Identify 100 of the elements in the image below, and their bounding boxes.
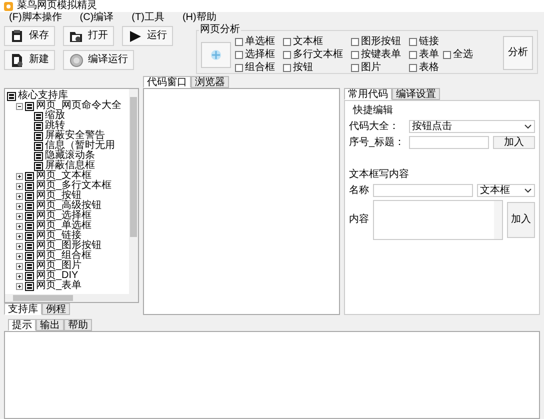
tree-item[interactable]: 网页_图片	[36, 261, 82, 271]
checkbox[interactable]: 单选框	[235, 36, 275, 48]
expand-icon[interactable]	[16, 192, 23, 200]
disc-icon	[69, 52, 84, 68]
tree-item[interactable]: 网页_按钮	[36, 191, 82, 201]
menu-item[interactable]: (F)脚本操作	[8, 12, 63, 24]
section-title: 快捷编辑	[352, 105, 394, 117]
analyze-button[interactable]: 分析	[503, 36, 533, 70]
scroll-thumb[interactable]	[130, 97, 137, 237]
expand-icon[interactable]	[16, 242, 23, 250]
expand-icon[interactable]	[16, 252, 23, 260]
library-icon	[25, 282, 34, 290]
library-icon	[25, 252, 34, 260]
tab[interactable]: 帮助	[64, 319, 92, 331]
tab[interactable]: 支持库	[4, 303, 42, 315]
menu-item[interactable]: (T)工具	[130, 12, 166, 24]
library-icon	[25, 102, 34, 110]
field-label: 内容	[349, 214, 369, 226]
tree-item[interactable]: 网页_DIY	[36, 271, 78, 281]
checkbox[interactable]: 链接	[409, 36, 439, 48]
library-icon	[25, 232, 34, 240]
checkbox[interactable]: 按键表单	[351, 49, 401, 61]
tree-item[interactable]: 网页_组合框	[36, 251, 92, 261]
title-field[interactable]	[409, 136, 489, 149]
checkbox[interactable]: 全选	[443, 49, 473, 61]
checkbox[interactable]: 选择框	[235, 49, 275, 61]
checkbox[interactable]: 表格	[409, 62, 439, 74]
checkbox[interactable]: 按钮	[283, 62, 343, 74]
toolbar-button[interactable]: 新建	[4, 50, 55, 70]
menu-item[interactable]: (H)帮助	[181, 12, 218, 24]
expand-icon[interactable]	[16, 282, 23, 290]
library-icon	[25, 172, 34, 180]
tree-item[interactable]: 网页_文本框	[36, 171, 92, 181]
tree-item[interactable]: 网页_网页命令大全	[36, 101, 122, 111]
clipboard-icon	[10, 28, 25, 44]
tab[interactable]: 例程	[42, 303, 70, 315]
tab[interactable]: 编译设置	[392, 88, 440, 100]
tree-item[interactable]: 屏蔽信息框	[45, 161, 95, 171]
checkbox[interactable]: 组合框	[235, 62, 275, 74]
library-icon	[34, 152, 43, 160]
dropdown-value: 按钮点击	[412, 120, 452, 132]
expand-icon[interactable]	[16, 212, 23, 220]
expand-icon[interactable]	[16, 182, 23, 190]
library-icon	[25, 212, 34, 220]
content-field[interactable]	[373, 200, 503, 240]
library-icon	[25, 222, 34, 230]
expand-icon[interactable]	[16, 172, 23, 180]
toolbar-button[interactable]: 运行	[122, 26, 173, 46]
expand-icon[interactable]	[16, 232, 23, 240]
checkbox[interactable]: 文本框	[283, 36, 343, 48]
library-icon	[25, 242, 34, 250]
library-icon	[7, 92, 16, 100]
field-label: 序号_标题：	[349, 136, 405, 148]
add-button[interactable]: 加入	[493, 136, 535, 149]
tree-item[interactable]: 网页_表单	[36, 281, 82, 291]
tab[interactable]: 浏览器	[191, 76, 229, 88]
add-button[interactable]: 加入	[507, 202, 535, 238]
dropdown-value: 文本框	[480, 184, 510, 196]
tree-item[interactable]: 网页_单选框	[36, 221, 92, 231]
caret-icon	[524, 188, 532, 193]
library-icon	[25, 272, 34, 280]
play-icon	[128, 28, 143, 44]
tree-item[interactable]: 网页_高级按钮	[36, 201, 102, 211]
tree-item[interactable]: 网页_链接	[36, 231, 82, 241]
expand-icon[interactable]	[16, 202, 23, 210]
library-icon	[25, 192, 34, 200]
library-icon	[34, 162, 43, 170]
vertical-scrollbar[interactable]	[129, 89, 138, 294]
tree-item[interactable]: 缩放	[45, 111, 65, 121]
tree-item[interactable]: 核心支持库	[18, 91, 68, 101]
tree-item[interactable]: 信息（暂时无用	[45, 141, 115, 151]
toolbar-button[interactable]: 编译运行	[63, 50, 134, 70]
expand-icon[interactable]	[16, 262, 23, 270]
field-label: 名称	[349, 184, 369, 196]
tree-item[interactable]: 网页_选择框	[36, 211, 92, 221]
horizontal-scrollbar[interactable]	[5, 294, 138, 302]
tree-item[interactable]: 屏蔽安全警告	[45, 131, 105, 141]
group-title: 网页分析	[199, 24, 241, 36]
name-field[interactable]	[373, 184, 473, 197]
expand-icon[interactable]	[16, 272, 23, 280]
tree-item[interactable]: 跳转	[45, 121, 65, 131]
toolbar-button[interactable]: 保存	[4, 26, 55, 46]
checkbox[interactable]: 图形按钮	[351, 36, 401, 48]
checkbox[interactable]: 表单	[409, 49, 439, 61]
menu-item[interactable]: (C)编译	[78, 12, 115, 24]
tree-item[interactable]: 网页_多行文本框	[36, 181, 112, 191]
collapse-icon[interactable]	[16, 102, 23, 110]
tree-item[interactable]: 隐藏滚动条	[45, 151, 95, 161]
vertical-scrollbar[interactable]	[494, 201, 502, 239]
checkbox[interactable]: 图片	[351, 62, 401, 74]
expand-icon[interactable]	[16, 222, 23, 230]
tree-item[interactable]: 网页_图形按钮	[36, 241, 102, 251]
code-dropdown[interactable]: 按钮点击	[409, 120, 535, 133]
tab[interactable]: 提示	[8, 319, 36, 331]
tab[interactable]: 代码窗口	[143, 76, 191, 88]
toolbar-button[interactable]: 打开	[63, 26, 114, 46]
checkbox[interactable]: 多行文本框	[283, 49, 343, 61]
tab[interactable]: 输出	[36, 319, 64, 331]
type-dropdown[interactable]: 文本框	[477, 184, 535, 197]
tab[interactable]: 常用代码	[344, 88, 392, 100]
